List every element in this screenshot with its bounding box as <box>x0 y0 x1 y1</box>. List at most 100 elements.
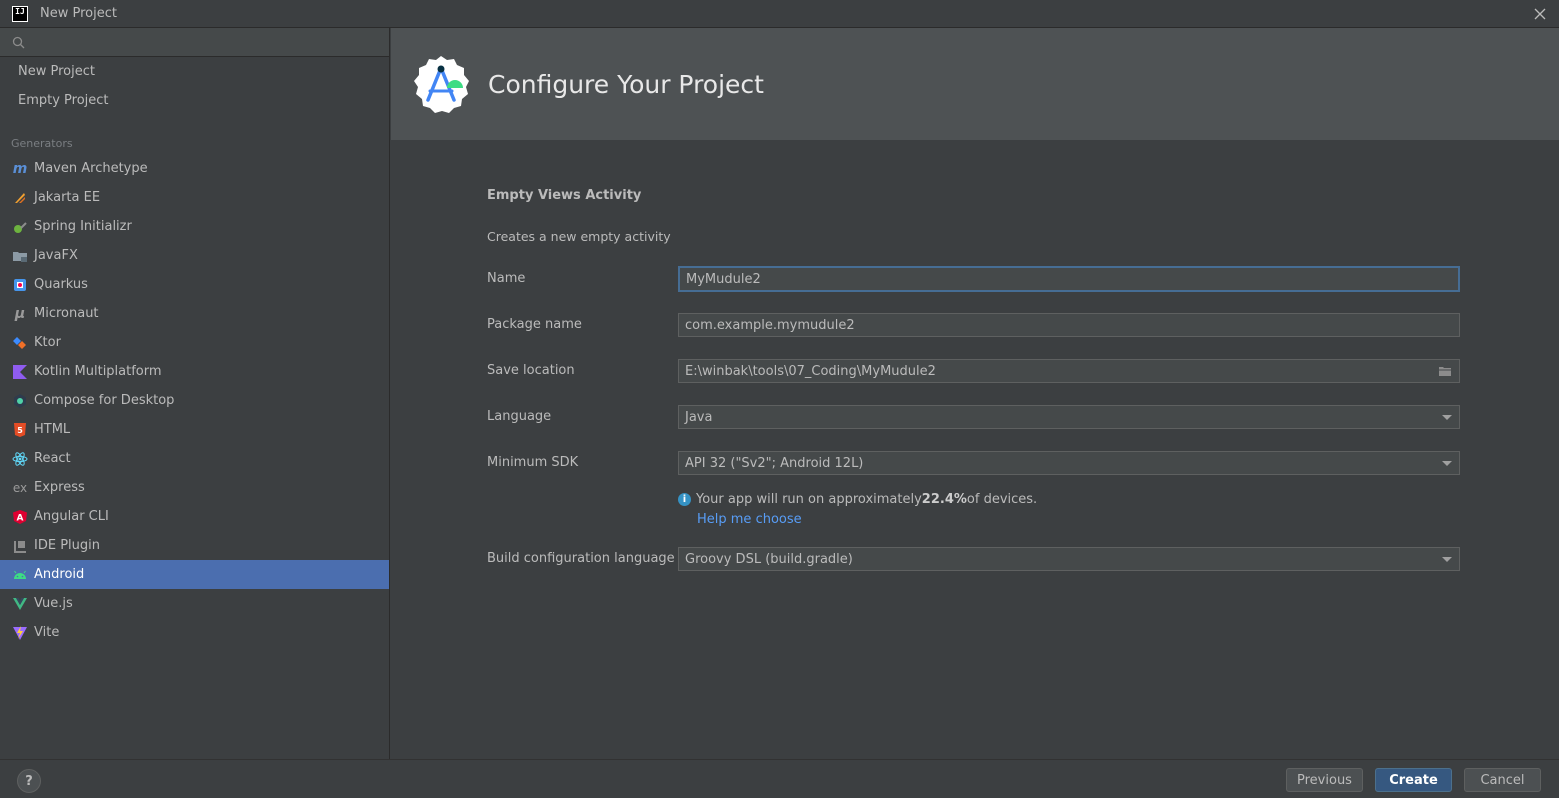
info-prefix: Your app will run on approximately <box>696 492 922 507</box>
android-icon <box>14 570 26 579</box>
name-label: Name <box>487 271 526 286</box>
sidebar-item-express[interactable]: ex Express <box>0 473 389 502</box>
dialog-footer: ? Previous Create Cancel <box>0 759 1559 798</box>
sidebar-item-label: IDE Plugin <box>34 538 100 553</box>
build-config-select[interactable]: Groovy DSL (build.gradle) <box>678 547 1460 571</box>
sidebar-item-react[interactable]: React <box>0 444 389 473</box>
sidebar-item-ktor[interactable]: Ktor <box>0 328 389 357</box>
sidebar-item-label: Quarkus <box>34 277 88 292</box>
chevron-down-icon <box>1442 557 1452 562</box>
folder-icon[interactable] <box>1438 365 1452 377</box>
cancel-button[interactable]: Cancel <box>1464 768 1541 792</box>
vite-icon <box>13 625 27 640</box>
express-icon: ex <box>12 480 28 495</box>
micronaut-icon: μ <box>14 305 26 322</box>
minimum-sdk-select[interactable]: API 32 ("Sv2"; Android 12L) <box>678 451 1460 475</box>
help-me-choose-link[interactable]: Help me choose <box>697 512 802 527</box>
build-config-label-text: Build configuration language <box>487 551 675 566</box>
ktor-icon <box>13 336 26 349</box>
jakarta-icon <box>15 192 25 203</box>
sidebar-item-label: JavaFX <box>34 248 78 263</box>
sidebar-item-vuejs[interactable]: Vue.js <box>0 589 389 618</box>
sidebar-item-compose-for-desktop[interactable]: Compose for Desktop <box>0 386 389 415</box>
compose-icon <box>14 393 26 408</box>
generators-group-label: Generators <box>11 137 73 150</box>
sidebar-item-empty-project[interactable]: Empty Project <box>0 86 389 115</box>
package-name-field[interactable] <box>678 313 1460 337</box>
save-location-label: Save location <box>487 363 575 378</box>
info-icon: i <box>678 493 691 506</box>
sidebar-item-label: React <box>34 451 71 466</box>
search-bar <box>0 28 389 57</box>
sidebar-item-label: HTML <box>34 422 71 437</box>
sidebar-item-label: Kotlin Multiplatform <box>34 364 162 379</box>
sidebar-item-label: Maven Archetype <box>34 161 148 176</box>
title-bar: IJ New Project <box>0 0 1559 28</box>
sidebar-item-label: Compose for Desktop <box>34 393 175 408</box>
page-header: Configure Your Project <box>391 28 1559 140</box>
activity-title: Empty Views Activity <box>487 188 642 203</box>
sidebar-item-vite[interactable]: Vite <box>0 618 389 647</box>
language-select[interactable]: Java <box>678 405 1460 429</box>
spring-icon <box>14 221 27 233</box>
build-config-value: Groovy DSL (build.gradle) <box>685 551 853 567</box>
info-suffix: of devices. <box>966 492 1038 507</box>
sidebar-item-ide-plugin[interactable]: IDE Plugin <box>0 531 389 560</box>
sidebar-item-label: Micronaut <box>34 306 99 321</box>
page-title: Configure Your Project <box>488 69 764 99</box>
save-location-field[interactable] <box>678 359 1460 383</box>
minimum-sdk-label: Minimum SDK <box>487 455 579 470</box>
sidebar-item-label: Spring Initializr <box>34 219 132 234</box>
sidebar-item-label: Jakarta EE <box>34 190 101 205</box>
vue-icon <box>13 597 27 610</box>
svg-text:A: A <box>17 513 24 523</box>
chevron-down-icon <box>1442 415 1452 420</box>
sidebar-item-label: Android <box>34 567 85 582</box>
sidebar-item-maven-archetype[interactable]: m Maven Archetype <box>0 154 389 183</box>
sdk-info-message: i Your app will run on approximately 22.… <box>678 492 1037 507</box>
kotlin-icon <box>13 364 27 379</box>
language-label: Language <box>487 409 552 424</box>
sidebar-item-label: Vite <box>34 625 60 640</box>
sidebar-item-label: Ktor <box>34 335 61 350</box>
close-icon[interactable] <box>1531 5 1549 23</box>
sidebar-item-quarkus[interactable]: Quarkus <box>0 270 389 299</box>
language-value: Java <box>685 409 713 425</box>
minimum-sdk-value: API 32 ("Sv2"; Android 12L) <box>685 455 864 471</box>
sidebar-item-kotlin-multiplatform[interactable]: Kotlin Multiplatform <box>0 357 389 386</box>
package-name-label: Package name <box>487 317 582 332</box>
android-studio-logo-icon <box>414 56 469 113</box>
intellij-logo-icon: IJ <box>12 5 28 22</box>
info-percent: 22.4% <box>921 492 967 507</box>
javafx-icon <box>13 251 27 262</box>
sidebar-item-jakarta-ee[interactable]: Jakarta EE <box>0 183 389 212</box>
sidebar-item-javafx[interactable]: JavaFX <box>0 241 389 270</box>
build-config-label: Build configuration language ? <box>487 551 697 566</box>
sidebar-item-spring-initializr[interactable]: Spring Initializr <box>0 212 389 241</box>
maven-icon: m <box>12 160 28 177</box>
window-title: New Project <box>40 6 117 21</box>
name-field[interactable] <box>678 266 1460 292</box>
sidebar-item-micronaut[interactable]: μ Micronaut <box>0 299 389 328</box>
create-button[interactable]: Create <box>1375 768 1452 792</box>
chevron-down-icon <box>1442 461 1452 466</box>
svg-text:5: 5 <box>17 426 23 435</box>
react-icon <box>12 451 28 466</box>
sidebar-item-new-project[interactable]: New Project <box>0 57 389 86</box>
html5-icon: 5 <box>14 422 26 437</box>
sidebar-item-label: Angular CLI <box>34 509 109 524</box>
sidebar-item-label: Vue.js <box>34 596 73 611</box>
angular-icon: A <box>13 509 27 524</box>
sidebar-item-html[interactable]: 5 HTML <box>0 415 389 444</box>
quarkus-icon <box>14 278 26 291</box>
sidebar-item-label: Express <box>34 480 85 495</box>
search-input[interactable] <box>31 34 371 50</box>
search-icon <box>12 36 25 48</box>
sidebar-item-angular-cli[interactable]: A Angular CLI <box>0 502 389 531</box>
help-button[interactable]: ? <box>17 769 41 793</box>
sidebar-item-android[interactable]: Android <box>0 560 389 589</box>
plugin-icon <box>14 540 26 553</box>
previous-button[interactable]: Previous <box>1286 768 1363 792</box>
activity-description: Creates a new empty activity <box>487 229 671 244</box>
sidebar: New Project Empty Project Generators m M… <box>0 28 390 759</box>
